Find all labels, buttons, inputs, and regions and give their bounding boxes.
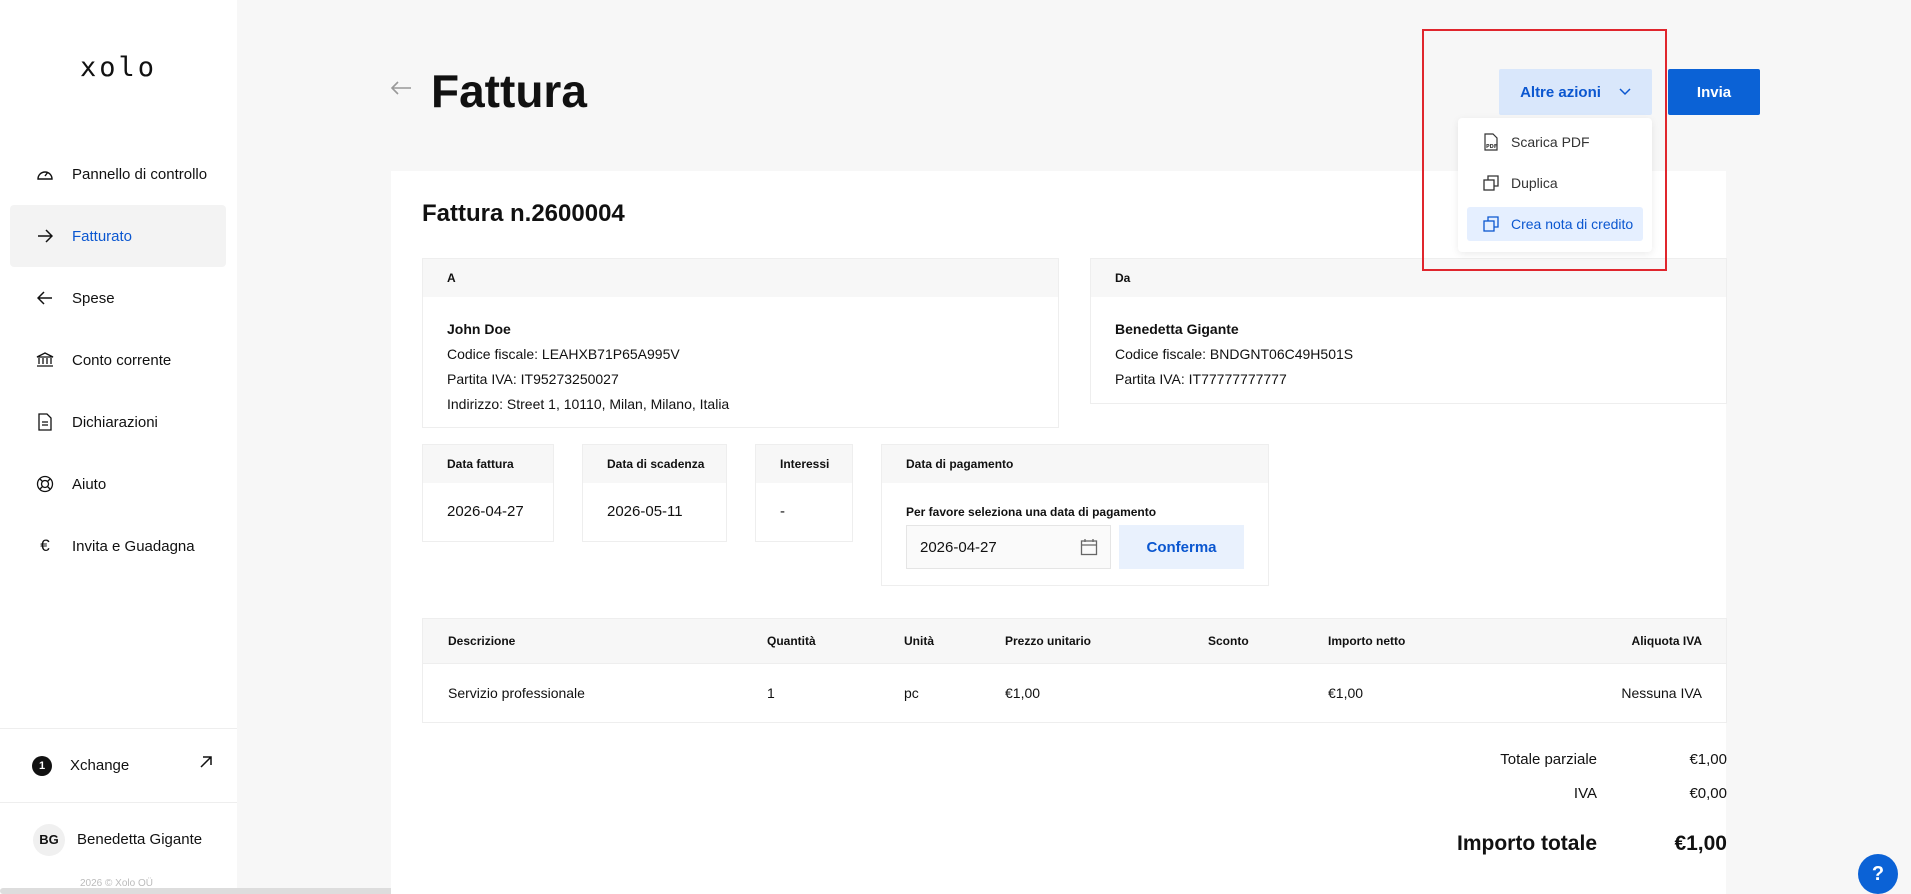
sidebar-item-label: Conto corrente (72, 351, 172, 369)
external-link-icon (199, 755, 213, 773)
interest-box: Interessi - (755, 444, 853, 542)
items-table-header: Descrizione Quantità Unità Prezzo unitar… (422, 618, 1727, 664)
column-header: Importo netto (1328, 634, 1406, 648)
sidebar-nav: Pannello di controllo Fatturato Spese Co… (10, 143, 226, 577)
table-row: Servizio professionale 1 pc €1,00 €1,00 … (422, 664, 1727, 723)
more-actions-label: Altre azioni (1520, 83, 1601, 101)
recipient-heading: A (423, 259, 1058, 297)
payment-date-value: 2026-04-27 (920, 538, 997, 556)
sidebar-item-invita[interactable]: € Invita e Guadagna (10, 515, 226, 577)
recipient-vat: Partita IVA: IT95273250027 (447, 371, 619, 387)
menu-item-credit-note[interactable]: Crea nota di credito (1467, 207, 1643, 241)
sidebar-item-label: Fatturato (72, 227, 133, 245)
cell-net-amount: €1,00 (1328, 685, 1364, 701)
duplicate-icon (1483, 175, 1501, 191)
chevron-down-icon (1619, 88, 1631, 96)
column-header: Descrizione (448, 634, 516, 648)
interest-value: - (780, 503, 785, 520)
svg-text:PDF: PDF (1486, 144, 1497, 150)
xchange-label: Xchange (70, 757, 130, 774)
sender-vat: Partita IVA: IT77777777777 (1115, 371, 1287, 387)
sender-heading: Da (1091, 259, 1726, 297)
total-label: Importo totale (1457, 832, 1597, 855)
interest-label: Interessi (756, 445, 852, 483)
vat-label: IVA (1573, 785, 1597, 802)
cell-vat-rate: Nessuna IVA (1621, 685, 1702, 701)
subtotal-label: Totale parziale (1500, 751, 1597, 768)
more-actions-menu: PDF Scarica PDF Duplica Crea nota di cre… (1458, 118, 1652, 252)
sender-box: Da Benedetta Gigante Codice fiscale: BND… (1090, 258, 1727, 404)
recipient-name: John Doe (447, 321, 511, 337)
more-actions-button[interactable]: Altre azioni (1499, 69, 1652, 115)
menu-item-label: Crea nota di credito (1511, 216, 1634, 232)
menu-item-label: Scarica PDF (1511, 134, 1590, 150)
user-profile[interactable]: BG Benedetta Gigante (0, 803, 237, 876)
cell-unit: pc (904, 685, 919, 701)
subtotal-value: €1,00 (1689, 751, 1727, 768)
column-header: Prezzo unitario (1005, 634, 1092, 648)
sender-name: Benedetta Gigante (1115, 321, 1239, 337)
due-date-label: Data di scadenza (583, 445, 726, 483)
invoice-date-label: Data fattura (423, 445, 553, 483)
sidebar-item-label: Aiuto (72, 475, 107, 493)
payment-date-prompt: Per favore seleziona una data di pagamen… (906, 505, 1157, 519)
sidebar-item-label: Pannello di controllo (72, 165, 208, 183)
sidebar-item-spese[interactable]: Spese (10, 267, 226, 329)
sidebar-item-conto-corrente[interactable]: Conto corrente (10, 329, 226, 391)
sidebar-item-dichiarazioni[interactable]: Dichiarazioni (10, 391, 226, 453)
arrow-right-icon (34, 225, 56, 247)
page-title: Fattura (431, 65, 587, 117)
sidebar-item-fatturato[interactable]: Fatturato (10, 205, 226, 267)
sidebar-item-dashboard[interactable]: Pannello di controllo (10, 143, 226, 205)
menu-item-download-pdf[interactable]: PDF Scarica PDF (1467, 125, 1643, 159)
cell-description: Servizio professionale (448, 685, 585, 701)
pdf-icon: PDF (1483, 133, 1501, 151)
bank-icon (34, 349, 56, 371)
total-value: €1,00 (1674, 832, 1727, 855)
sidebar-item-aiuto[interactable]: Aiuto (10, 453, 226, 515)
cell-quantity: 1 (767, 685, 775, 701)
invoice-date-box: Data fattura 2026-04-27 (422, 444, 554, 542)
lifebuoy-icon (34, 473, 56, 495)
column-header: Sconto (1208, 634, 1249, 648)
recipient-tax-code: Codice fiscale: LEAHXB71P65A995V (447, 346, 680, 362)
due-date-value: 2026-05-11 (607, 503, 683, 520)
xolo-logo[interactable]: xolo (80, 52, 157, 83)
calendar-icon[interactable] (1080, 538, 1098, 560)
document-icon (34, 411, 56, 433)
sidebar-item-label: Dichiarazioni (72, 413, 158, 431)
column-header: Quantità (767, 634, 816, 648)
xchange-badge: 1 (32, 755, 52, 776)
gauge-icon (34, 163, 56, 185)
menu-item-label: Duplica (1511, 175, 1558, 191)
credit-note-icon (1483, 216, 1501, 232)
recipient-address: Indirizzo: Street 1, 10110, Milan, Milan… (447, 396, 730, 412)
avatar: BG (33, 823, 65, 856)
sidebar-item-label: Spese (72, 289, 115, 307)
invoice-date-value: 2026-04-27 (447, 503, 524, 520)
back-arrow-icon[interactable] (390, 80, 412, 101)
send-button[interactable]: Invia (1668, 69, 1760, 115)
user-name: Benedetta Gigante (77, 831, 203, 848)
invoice-number: Fattura n.2600004 (422, 200, 625, 227)
payment-date-input[interactable]: 2026-04-27 (906, 525, 1111, 569)
recipient-box: A John Doe Codice fiscale: LEAHXB71P65A9… (422, 258, 1059, 428)
due-date-box: Data di scadenza 2026-05-11 (582, 444, 727, 542)
confirm-button[interactable]: Conferma (1119, 525, 1244, 569)
menu-item-duplicate[interactable]: Duplica (1467, 166, 1643, 200)
arrow-left-icon (34, 287, 56, 309)
sidebar-footer: 1 Xchange BG Benedetta Gigante (0, 728, 237, 876)
column-header: Aliquota IVA (1631, 634, 1702, 648)
xchange-link[interactable]: 1 Xchange (0, 729, 237, 802)
euro-icon: € (40, 536, 50, 555)
sidebar: xolo Pannello di controllo Fatturato Spe… (0, 0, 237, 894)
vat-value: €0,00 (1689, 785, 1727, 802)
payment-date-label: Data di pagamento (882, 445, 1268, 483)
cell-unit-price: €1,00 (1005, 685, 1041, 701)
sidebar-item-label: Invita e Guadagna (72, 537, 195, 555)
horizontal-scrollbar[interactable] (0, 888, 456, 894)
help-button[interactable]: ? (1858, 854, 1898, 894)
sender-tax-code: Codice fiscale: BNDGNT06C49H501S (1115, 346, 1354, 362)
column-header: Unità (904, 634, 934, 648)
